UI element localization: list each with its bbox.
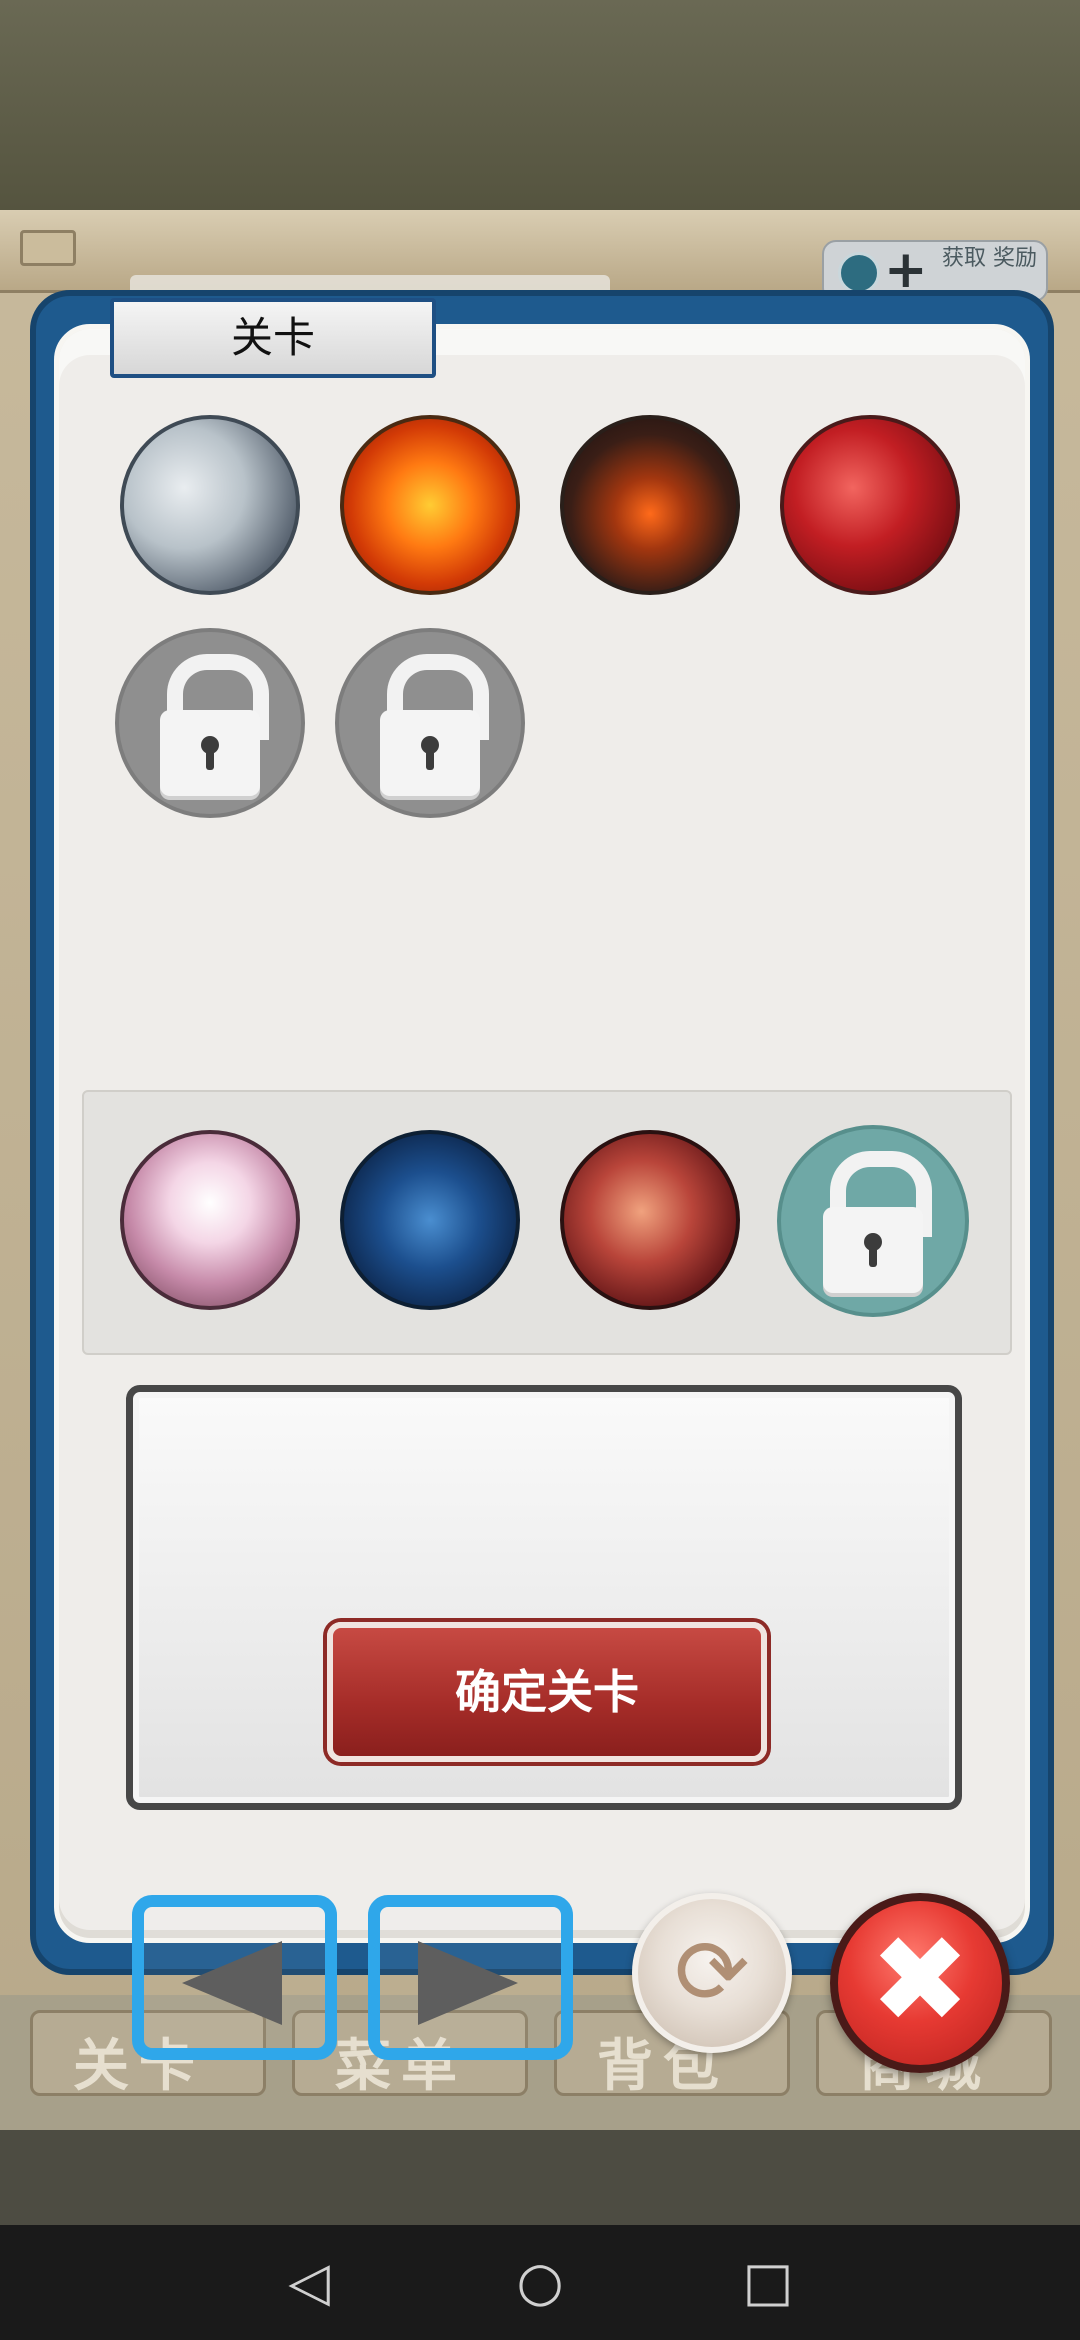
- dialog-title-tab: 关卡: [110, 298, 436, 378]
- stage-crimson[interactable]: [780, 415, 960, 595]
- stage-pink-hall[interactable]: [120, 1130, 300, 1310]
- menu-box: [20, 230, 76, 266]
- get-reward-label: 获取 奖励: [942, 246, 1037, 271]
- stage-locked-5[interactable]: [115, 628, 305, 818]
- lock-icon: [160, 710, 260, 796]
- next-page-button[interactable]: [368, 1895, 573, 2060]
- stage-demon-gate[interactable]: [560, 415, 740, 595]
- stage-mist-castle[interactable]: [120, 415, 300, 595]
- stage-lava[interactable]: [340, 415, 520, 595]
- nav-home-icon[interactable]: ○: [505, 2247, 575, 2317]
- stage-locked-teal[interactable]: [777, 1125, 969, 1317]
- prev-page-button[interactable]: [132, 1895, 337, 2060]
- lock-icon: [380, 710, 480, 796]
- close-icon: ✖: [869, 1911, 971, 2050]
- orb-icon: [838, 252, 880, 294]
- stage-locked-6[interactable]: [335, 628, 525, 818]
- lower-dark-strip: [0, 2130, 1080, 2225]
- right-arrow-icon: [418, 1941, 518, 2025]
- close-button[interactable]: ✖: [830, 1893, 1010, 2073]
- refresh-icon: ⟳: [674, 1920, 750, 2025]
- top-status-area: [0, 0, 1080, 210]
- refresh-button[interactable]: ⟳: [632, 1893, 792, 2053]
- stage-ice-cave[interactable]: [340, 1130, 520, 1310]
- nav-back-icon[interactable]: ◁: [274, 2247, 344, 2317]
- left-arrow-icon: [182, 1941, 282, 2025]
- stage-chain-inferno[interactable]: [560, 1130, 740, 1310]
- nav-recent-icon[interactable]: □: [733, 2247, 803, 2317]
- lock-icon: [823, 1207, 923, 1293]
- system-nav-bar: ◁ ○ □: [0, 2225, 1080, 2340]
- confirm-stage-button[interactable]: 确定关卡: [327, 1622, 767, 1762]
